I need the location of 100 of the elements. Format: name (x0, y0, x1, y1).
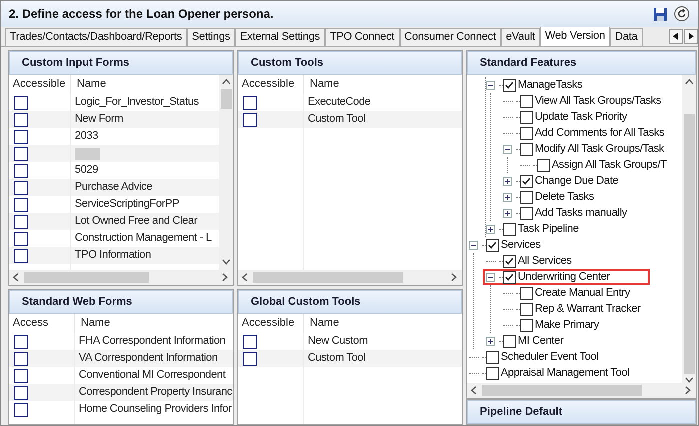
tab-scroll-left-button[interactable] (669, 29, 683, 44)
tree-item[interactable]: Assign All Task Groups/T (550, 156, 667, 174)
checkbox[interactable] (14, 146, 28, 160)
collapse-icon[interactable] (469, 240, 478, 250)
tree-item[interactable]: Appraisal Management Tool (499, 364, 630, 382)
scroll-up-icon[interactable] (222, 78, 230, 87)
checkbox[interactable] (486, 366, 499, 380)
checkbox[interactable] (486, 238, 499, 252)
scrollbar-thumb[interactable] (24, 272, 149, 283)
checkbox[interactable] (520, 110, 533, 124)
checkbox[interactable] (503, 270, 516, 284)
expand-icon[interactable] (486, 224, 495, 234)
checkbox[interactable] (503, 222, 516, 236)
checkbox[interactable] (520, 286, 533, 300)
tree-item[interactable]: MI Center (516, 332, 564, 350)
expand-icon[interactable] (503, 176, 512, 186)
checkbox[interactable] (14, 368, 28, 382)
vertical-scrollbar[interactable] (219, 75, 233, 270)
checkbox[interactable] (520, 206, 533, 220)
expand-icon[interactable] (503, 208, 512, 218)
tab[interactable]: Trades/Contacts/Dashboard/Reports (5, 28, 188, 46)
vertical-scrollbar[interactable] (682, 75, 696, 383)
scroll-down-icon[interactable] (222, 258, 230, 267)
tree-item[interactable]: Create Manual Entry (533, 284, 630, 302)
tab[interactable]: Consumer Connect (400, 28, 502, 46)
checkbox[interactable] (503, 334, 516, 348)
scroll-right-icon[interactable] (684, 386, 693, 395)
checkbox[interactable] (486, 350, 499, 364)
scroll-right-icon[interactable] (221, 273, 230, 282)
checkbox[interactable] (537, 158, 550, 172)
scrollbar-thumb[interactable] (220, 89, 232, 109)
tab[interactable]: Settings (187, 28, 236, 46)
collapse-icon[interactable] (486, 272, 495, 282)
checkbox[interactable] (14, 386, 28, 400)
column-header[interactable]: Name (304, 314, 462, 333)
column-header[interactable]: Name (71, 75, 219, 94)
collapse-icon[interactable] (486, 80, 495, 90)
checkbox[interactable] (14, 96, 28, 110)
checkbox[interactable] (14, 198, 28, 212)
tree-item[interactable]: ManageTasks (516, 76, 583, 94)
checkbox[interactable] (14, 130, 28, 144)
checkbox[interactable] (520, 302, 533, 316)
checkbox[interactable] (520, 142, 533, 156)
tree-item[interactable]: All Services (516, 252, 572, 270)
expand-icon[interactable] (486, 336, 495, 346)
tab[interactable]: eVault (501, 28, 540, 46)
checkbox[interactable] (14, 334, 28, 348)
horizontal-scrollbar[interactable] (9, 270, 233, 285)
tab[interactable]: TPO Connect (325, 28, 400, 46)
tree-item[interactable]: Task Pipeline (516, 220, 579, 238)
checkbox[interactable] (243, 96, 257, 110)
tree-item[interactable]: Update Task Priority (533, 108, 628, 126)
scroll-right-icon[interactable] (450, 273, 459, 282)
checkbox[interactable] (520, 174, 533, 188)
save-icon[interactable] (653, 6, 668, 22)
checkbox[interactable] (14, 232, 28, 246)
checkbox[interactable] (14, 180, 28, 194)
scrollbar-thumb[interactable] (482, 385, 642, 396)
checkbox[interactable] (243, 112, 257, 126)
checkbox[interactable] (520, 190, 533, 204)
tree-item[interactable]: Underwriting Center (516, 268, 610, 286)
checkbox[interactable] (14, 402, 28, 416)
tree-item[interactable]: Add Comments for All Tasks (533, 124, 665, 142)
checkbox[interactable] (14, 248, 28, 262)
tree-item[interactable]: Change Due Date (533, 172, 619, 190)
checkbox[interactable] (14, 112, 28, 126)
checkbox[interactable] (14, 164, 28, 178)
column-header[interactable]: Name (304, 75, 462, 94)
collapse-icon[interactable] (503, 144, 512, 154)
tab[interactable]: Web Version (540, 27, 610, 46)
checkbox[interactable] (503, 78, 516, 92)
refresh-icon[interactable] (674, 6, 690, 22)
checkbox[interactable] (243, 352, 257, 366)
scroll-left-icon[interactable] (470, 386, 479, 395)
horizontal-scrollbar[interactable] (467, 383, 696, 398)
column-header[interactable]: Name (75, 314, 233, 333)
checkbox[interactable] (243, 334, 257, 348)
scrollbar-thumb[interactable] (684, 114, 694, 374)
scrollbar-thumb[interactable] (253, 272, 403, 283)
tree-item[interactable]: Rep & Warrant Tracker (533, 300, 641, 318)
scroll-left-icon[interactable] (12, 273, 21, 282)
checkbox[interactable] (14, 214, 28, 228)
scroll-up-icon[interactable] (684, 78, 694, 87)
scroll-left-icon[interactable] (241, 273, 250, 282)
checkbox[interactable] (520, 94, 533, 108)
tab[interactable]: Data (610, 28, 643, 46)
tab[interactable]: External Settings (235, 28, 326, 46)
tree-item[interactable]: View All Task Groups/Tasks (533, 92, 662, 110)
tree-item[interactable]: Add Tasks manually (533, 204, 628, 222)
horizontal-scrollbar[interactable] (238, 270, 462, 285)
tab-scroll-right-button[interactable] (684, 29, 698, 44)
checkbox[interactable] (520, 126, 533, 140)
tree-item[interactable]: Delete Tasks (533, 188, 594, 206)
checkbox[interactable] (503, 254, 516, 268)
scroll-down-icon[interactable] (684, 376, 694, 385)
checkbox[interactable] (14, 352, 28, 366)
checkbox[interactable] (520, 318, 533, 332)
expand-icon[interactable] (503, 192, 512, 202)
tree-item[interactable]: Scheduler Event Tool (499, 348, 599, 366)
tree-item[interactable]: Modify All Task Groups/Task (533, 140, 664, 158)
